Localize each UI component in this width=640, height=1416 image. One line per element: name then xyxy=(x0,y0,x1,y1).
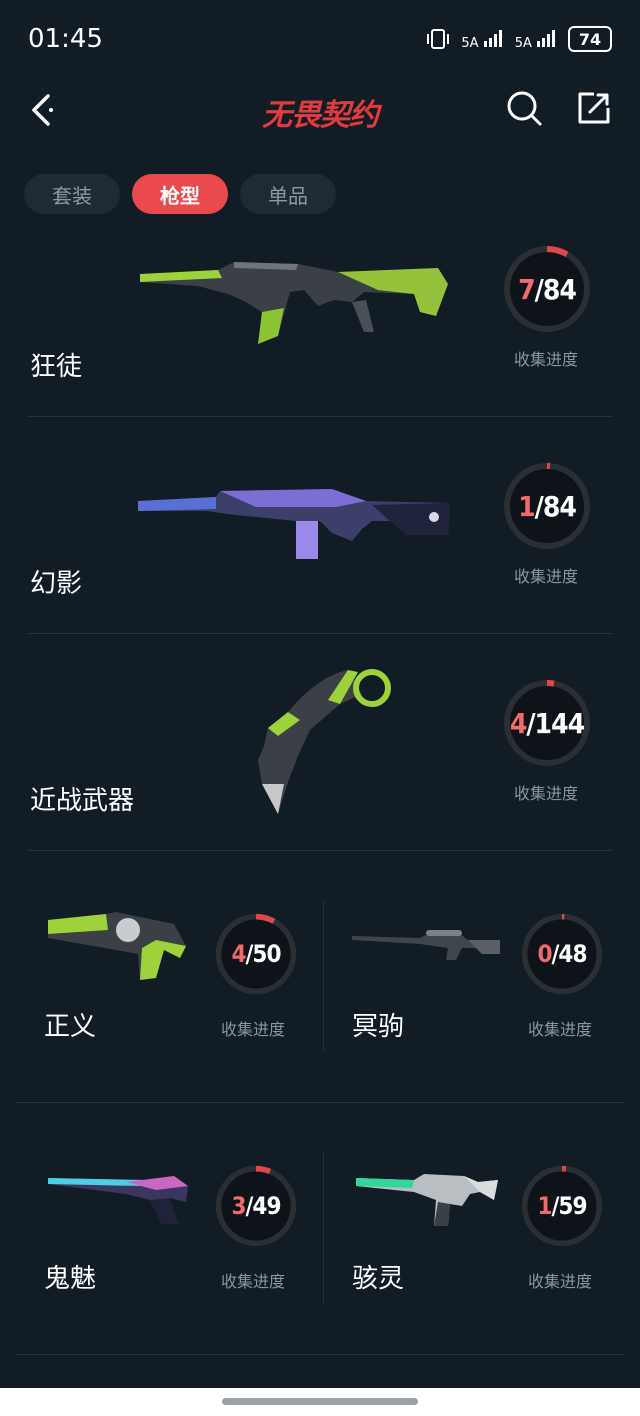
progress-total: /49 xyxy=(245,1192,282,1220)
header: 无畏契约 xyxy=(0,80,640,140)
status-time: 01:45 xyxy=(28,24,103,54)
progress-current: 1 xyxy=(518,489,536,523)
signal-2-label: 5A xyxy=(514,35,532,51)
progress-ring: 0/48 xyxy=(520,912,604,996)
marshal-sniper-image xyxy=(352,930,500,960)
signal-1-label: 5A xyxy=(461,35,479,51)
weapon-name: 鬼魅 xyxy=(44,1264,97,1294)
weapon-cell-marshal[interactable]: 0/48 冥驹 收集进度 xyxy=(324,852,620,1102)
progress-current: 7 xyxy=(518,272,536,306)
progress-ring: 3/49 xyxy=(214,1164,298,1248)
progress-total: /50 xyxy=(245,940,282,968)
progress-label: 收集进度 xyxy=(514,567,579,586)
progress-total: /48 xyxy=(551,940,588,968)
grid-divider xyxy=(16,1102,624,1103)
weapon-name: 骇灵 xyxy=(352,1264,405,1294)
status-bar: 01:45 5A 5A 74 xyxy=(0,0,640,80)
progress-ring: 1/84 xyxy=(502,461,592,551)
share-button[interactable] xyxy=(574,88,614,128)
progress-label: 收集进度 xyxy=(221,1272,286,1291)
vandal-rifle-image xyxy=(140,262,448,344)
progress-label: 收集进度 xyxy=(528,1272,593,1291)
weapon-cell-sheriff[interactable]: 4/50 正义 收集进度 xyxy=(16,852,312,1102)
phantom-rifle-image xyxy=(138,489,450,559)
weapon-name: 正义 xyxy=(44,1012,97,1042)
weapon-name: 狂徒 xyxy=(30,352,83,382)
sheriff-pistol-image xyxy=(48,912,186,980)
progress-total: /144 xyxy=(526,706,585,740)
progress-label: 收集进度 xyxy=(528,1020,593,1039)
progress-label: 收集进度 xyxy=(221,1020,286,1039)
progress-ring: 1/59 xyxy=(520,1164,604,1248)
battery-icon: 74 xyxy=(568,26,612,52)
weapon-name: 幻影 xyxy=(30,569,83,599)
weapon-name: 近战武器 xyxy=(30,786,135,816)
search-icon xyxy=(507,91,542,126)
progress-label: 收集进度 xyxy=(514,350,579,369)
progress-total: /59 xyxy=(551,1192,588,1220)
progress-ring: 4/50 xyxy=(214,912,298,996)
ghost-pistol-image xyxy=(48,1176,188,1224)
progress-total: /84 xyxy=(534,272,577,306)
progress-ring: 7/84 xyxy=(502,244,592,334)
progress-current: 4 xyxy=(231,940,247,968)
status-icons: 5A 5A 74 xyxy=(425,26,612,52)
signal-1-icon: 5A xyxy=(461,29,504,50)
progress-total: /84 xyxy=(534,489,577,523)
progress-label: 收集进度 xyxy=(514,784,579,803)
progress-ring: 4/144 xyxy=(502,678,592,768)
progress-current: 0 xyxy=(537,940,553,968)
weapon-cell-spectre[interactable]: 1/59 骇灵 收集进度 xyxy=(324,1104,620,1354)
vibrate-icon xyxy=(427,29,450,49)
home-indicator[interactable] xyxy=(222,1398,418,1405)
weapon-row-melee[interactable]: 近战武器 4/144 收集进度 xyxy=(28,634,612,851)
weapon-cell-ghost[interactable]: 3/49 鬼魅 收集进度 xyxy=(16,1104,312,1354)
signal-2-icon: 5A xyxy=(515,29,558,50)
weapon-row-vandal[interactable]: 狂徒 7/84 收集进度 xyxy=(28,200,612,417)
share-icon xyxy=(578,92,610,124)
app-logo-title: 无畏契约 xyxy=(262,98,379,133)
progress-current: 4 xyxy=(509,706,528,740)
melee-knife-image xyxy=(258,669,391,814)
weapon-row-phantom[interactable]: 幻影 1/84 收集进度 xyxy=(28,417,612,634)
search-button[interactable] xyxy=(504,88,544,128)
spectre-smg-image xyxy=(356,1174,498,1226)
weapon-name: 冥驹 xyxy=(352,1012,405,1042)
progress-current: 1 xyxy=(537,1192,553,1220)
progress-current: 3 xyxy=(231,1192,247,1220)
grid-divider xyxy=(16,1354,624,1355)
